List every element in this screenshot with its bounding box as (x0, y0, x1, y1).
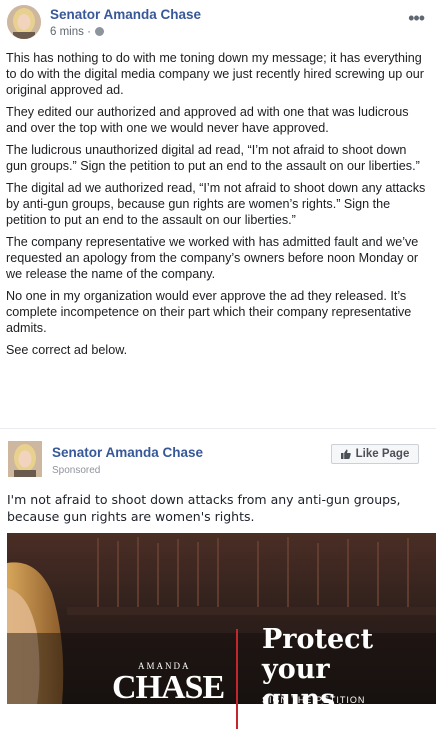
ad-author-avatar[interactable] (8, 441, 42, 477)
facebook-post: Senator Amanda Chase 6 mins · ••• This h… (0, 0, 436, 729)
post-paragraph: They edited our authorized and approved … (6, 105, 409, 135)
post-paragraph: No one in my organization would ever app… (6, 289, 412, 335)
like-page-label: Like Page (355, 448, 410, 460)
ad-text: I'm not afraid to shoot down attacks fro… (7, 492, 401, 524)
post-paragraph: The company representative we worked wit… (6, 235, 419, 281)
post-header: Senator Amanda Chase 6 mins · ••• (0, 0, 436, 46)
post-paragraph: The ludicrous unauthorized digital ad re… (6, 143, 420, 173)
post-paragraph: The digital ad we authorized read, “I’m … (6, 181, 426, 227)
logo-sub-text: Virginia Senate (142, 709, 186, 717)
divider-line (236, 629, 238, 729)
ellipsis-icon[interactable]: ••• (408, 8, 425, 29)
thumbs-up-icon (340, 449, 351, 459)
author-name-link[interactable]: Senator Amanda Chase (50, 7, 201, 22)
logo-main-text: CHASE (112, 669, 225, 706)
post-paragraph: See correct ad below. (6, 343, 128, 357)
post-timestamp[interactable]: 6 mins · (50, 26, 104, 38)
globe-icon (94, 27, 104, 36)
sponsored-label: Sponsored (52, 465, 101, 476)
avatar-photo (7, 5, 41, 39)
like-page-button[interactable]: Like Page (331, 444, 419, 464)
timestamp-text: 6 mins · (50, 26, 91, 38)
shared-ad-screenshot: Senator Amanda Chase Sponsored Like Page… (0, 428, 436, 729)
post-body: This has nothing to do with me toning do… (6, 50, 430, 364)
ad-author-name-link[interactable]: Senator Amanda Chase (52, 445, 203, 460)
ad-cta-text[interactable]: SIGN THE PETITION (262, 695, 365, 705)
post-paragraph: This has nothing to do with me toning do… (6, 51, 424, 97)
ad-avatar-photo (8, 441, 42, 477)
author-avatar[interactable] (7, 5, 41, 39)
